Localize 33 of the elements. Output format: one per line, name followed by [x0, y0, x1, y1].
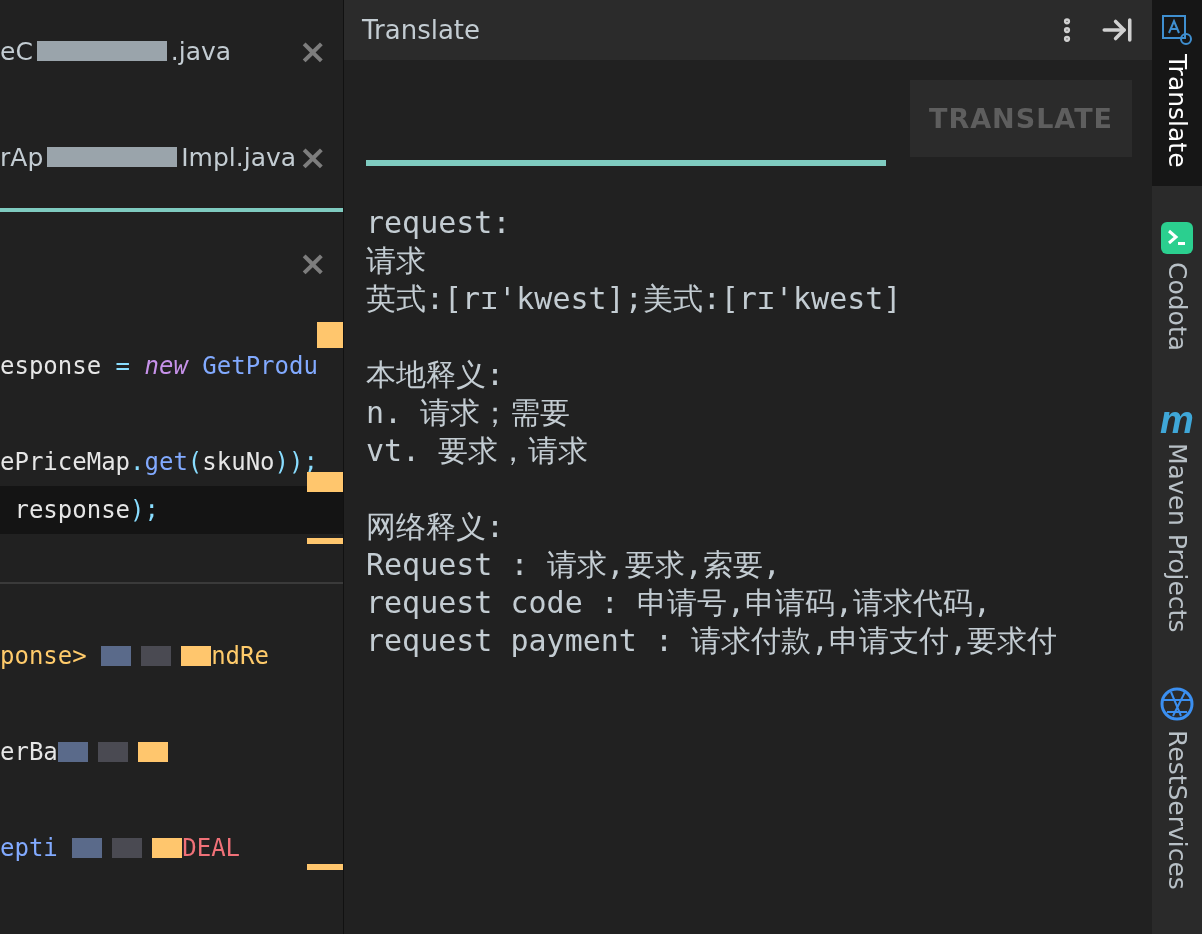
result-text: Request : 请求,要求,索要,	[366, 546, 782, 584]
result-text: request payment : 请求付款,申请支付,要求付	[366, 622, 1059, 660]
result-text: request code : 申请号,申请码,请求代码,	[366, 584, 993, 622]
editor-tab[interactable]: rAp Impl.java×	[0, 106, 343, 212]
result-text: n. 请求；需要	[366, 394, 572, 432]
result-text: 本地释义:	[366, 356, 506, 394]
result-text: request:	[366, 204, 512, 242]
scroll-marker	[317, 322, 343, 348]
editor-tab[interactable]: ×	[0, 212, 343, 318]
tool-window-button[interactable]: m Maven Projects	[1152, 390, 1202, 650]
scroll-marker	[307, 472, 343, 492]
result-text: 网络释义:	[366, 508, 506, 546]
tool-window-button[interactable]: Codota	[1152, 207, 1202, 369]
close-button[interactable]: ×	[298, 140, 327, 174]
panel-title: Translate	[362, 15, 481, 45]
tool-window-button[interactable]: RestServices	[1152, 672, 1202, 908]
scroll-marker	[307, 538, 343, 544]
tab-filename: Impl.java	[181, 142, 297, 172]
terminal-icon	[1161, 221, 1193, 254]
tab-filename: rAp	[0, 142, 44, 172]
result-text: 英式:[rɪ'kwest];美式:[rɪ'kwest]	[366, 280, 903, 318]
result-text: 请求	[366, 242, 427, 280]
tool-window-button[interactable]: Translate	[1152, 0, 1202, 186]
tab-filename: .java	[170, 36, 232, 66]
translate-icon	[1161, 14, 1193, 46]
editor-tab[interactable]: eC .java ×	[0, 0, 343, 106]
result-text: vt. 要求，请求	[366, 432, 590, 470]
maven-logo: m	[1160, 404, 1194, 435]
close-button[interactable]: ×	[298, 34, 327, 68]
globe-icon	[1159, 686, 1195, 722]
close-button[interactable]: ×	[298, 246, 327, 280]
tab-filename: eC	[0, 36, 33, 66]
scroll-marker	[307, 864, 343, 870]
